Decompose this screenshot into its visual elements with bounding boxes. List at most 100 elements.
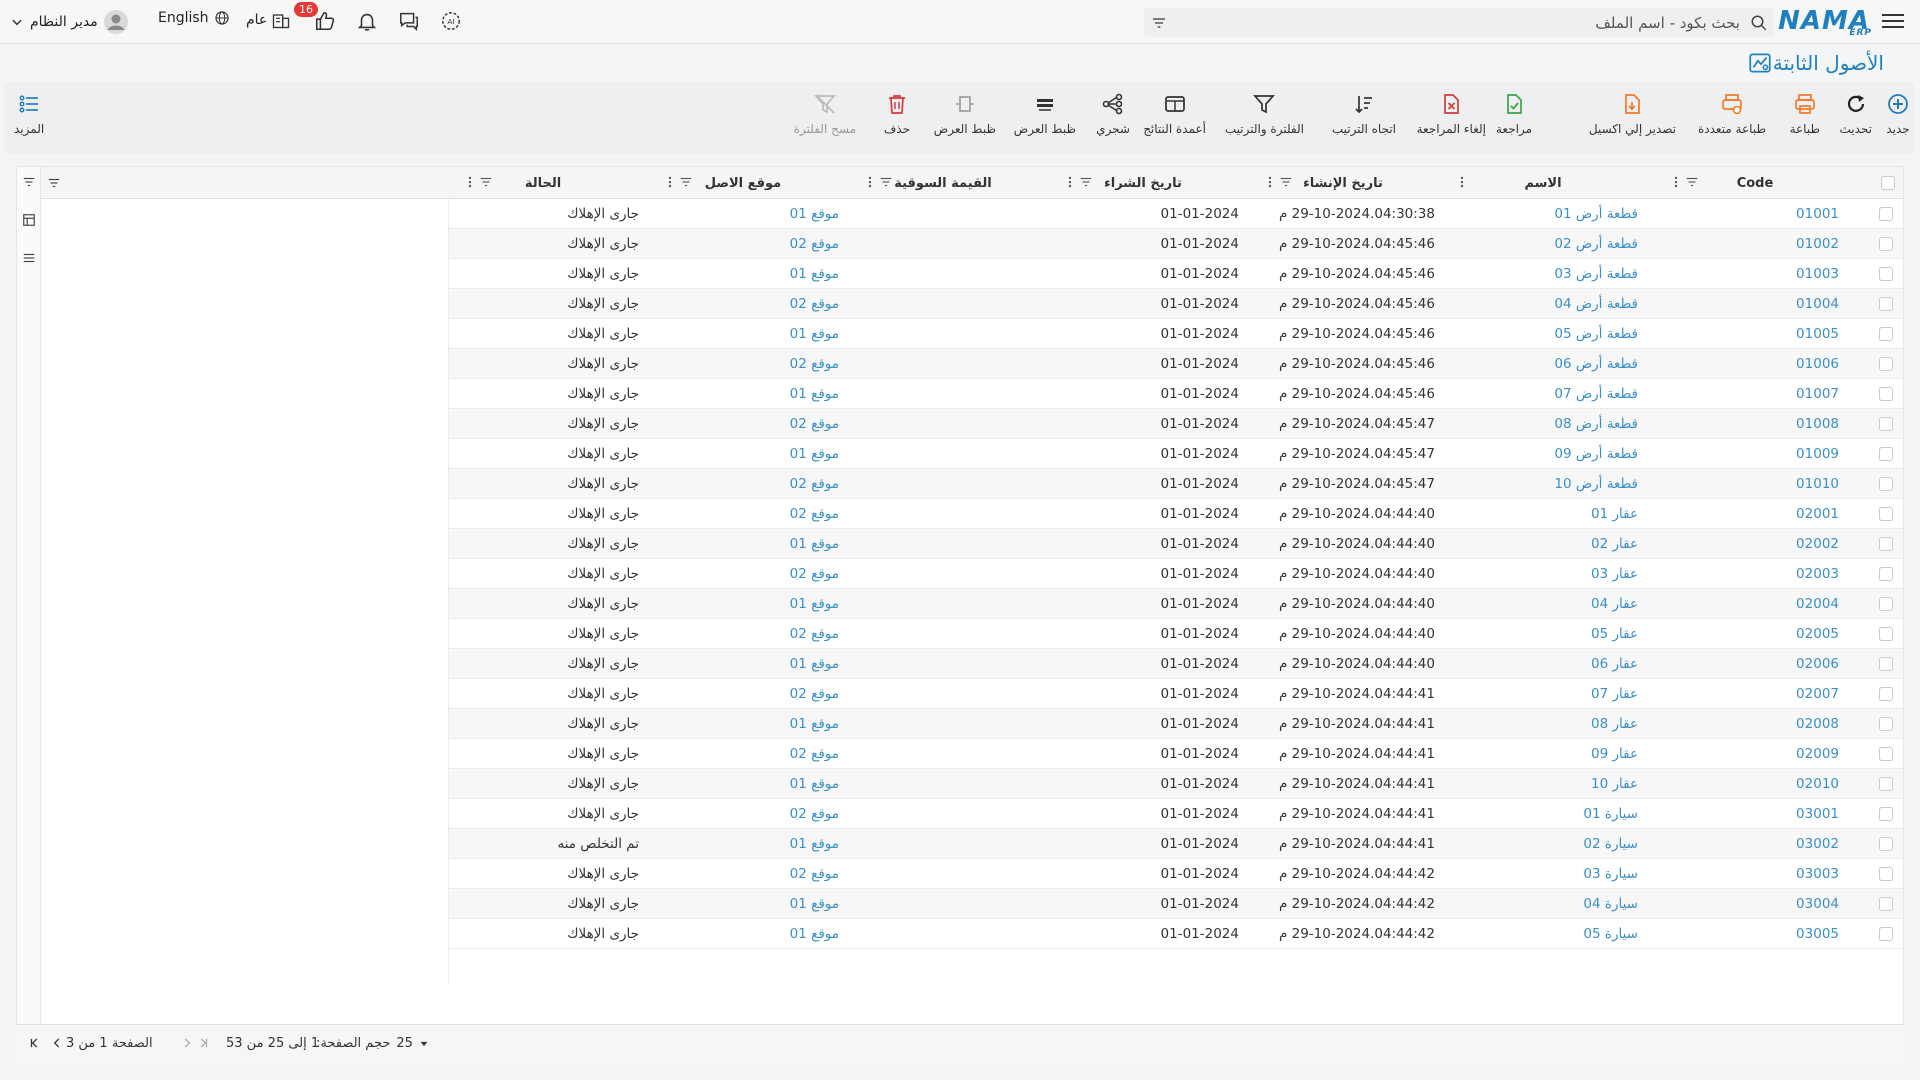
table-row[interactable]: 01007 قطعة أرض 07 29-10-2024.04:45:46 م 01-… — [449, 379, 1903, 409]
cell-location[interactable]: موقع 01 — [790, 199, 839, 229]
prev-page-button[interactable] — [180, 1036, 194, 1050]
cell-code[interactable]: 03001 — [1796, 799, 1839, 829]
column-filter-icon[interactable] — [679, 175, 693, 189]
row-checkbox[interactable] — [1879, 237, 1893, 251]
delete-button[interactable]: حذف — [884, 92, 910, 136]
header-filter-icon[interactable] — [47, 176, 61, 190]
cell-code[interactable]: 02005 — [1796, 619, 1839, 649]
column-menu-icon[interactable] — [667, 175, 673, 189]
cell-code[interactable]: 02001 — [1796, 499, 1839, 529]
cell-name[interactable]: سيارة 01 — [1583, 799, 1638, 829]
cell-name[interactable]: عقار 03 — [1591, 559, 1638, 589]
cell-location[interactable]: موقع 01 — [790, 919, 839, 949]
notifications-button[interactable] — [356, 10, 378, 32]
cell-location[interactable]: موقع 02 — [790, 679, 839, 709]
cell-code[interactable]: 01010 — [1796, 469, 1839, 499]
export-excel-button[interactable]: تصدير إلي اكسيل — [1589, 92, 1676, 136]
table-row[interactable]: 01004 قطعة أرض 04 29-10-2024.04:45:46 م 01-… — [449, 289, 1903, 319]
cell-name[interactable]: قطعة أرض 06 — [1554, 349, 1638, 379]
cell-code[interactable]: 02010 — [1796, 769, 1839, 799]
cell-location[interactable]: موقع 02 — [790, 289, 839, 319]
cell-location[interactable]: موقع 02 — [790, 619, 839, 649]
cell-location[interactable]: موقع 01 — [790, 769, 839, 799]
row-checkbox[interactable] — [1879, 687, 1893, 701]
cell-location[interactable]: موقع 02 — [790, 739, 839, 769]
cell-name[interactable]: قطعة أرض 03 — [1554, 259, 1638, 289]
cell-code[interactable]: 01007 — [1796, 379, 1839, 409]
cell-location[interactable]: موقع 01 — [790, 379, 839, 409]
table-row[interactable]: 02002 عقار 02 29-10-2024.04:44:40 م 01-01-2… — [449, 529, 1903, 559]
row-checkbox[interactable] — [1879, 927, 1893, 941]
search-input[interactable] — [1174, 8, 1744, 37]
table-icon[interactable] — [22, 213, 36, 227]
new-button[interactable]: جديد — [1886, 92, 1910, 136]
row-checkbox[interactable] — [1879, 297, 1893, 311]
cell-location[interactable]: موقع 01 — [790, 829, 839, 859]
table-row[interactable]: 02010 عقار 10 29-10-2024.04:44:41 م 01-01-2… — [449, 769, 1903, 799]
column-menu-icon[interactable] — [1673, 175, 1679, 189]
column-menu-icon[interactable] — [1267, 175, 1273, 189]
column-filter-icon[interactable] — [879, 175, 893, 189]
cell-location[interactable]: موقع 02 — [790, 229, 839, 259]
table-row[interactable]: 01008 قطعة أرض 08 29-10-2024.04:45:47 م 01-… — [449, 409, 1903, 439]
cell-code[interactable]: 02006 — [1796, 649, 1839, 679]
row-checkbox[interactable] — [1879, 507, 1893, 521]
table-row[interactable]: 02008 عقار 08 29-10-2024.04:44:41 م 01-01-2… — [449, 709, 1903, 739]
cell-code[interactable]: 01001 — [1796, 199, 1839, 229]
cell-name[interactable]: عقار 02 — [1591, 529, 1638, 559]
column-menu-icon[interactable] — [867, 175, 873, 189]
list-icon[interactable] — [22, 251, 36, 265]
cell-name[interactable]: سيارة 03 — [1583, 859, 1638, 889]
cell-location[interactable]: موقع 02 — [790, 859, 839, 889]
table-row[interactable]: 01009 قطعة أرض 09 29-10-2024.04:45:47 م 01-… — [449, 439, 1903, 469]
cell-name[interactable]: عقار 01 — [1591, 499, 1638, 529]
cell-location[interactable]: موقع 01 — [790, 589, 839, 619]
column-header-name[interactable]: الاسم — [1443, 167, 1643, 199]
cell-location[interactable]: موقع 01 — [790, 259, 839, 289]
table-row[interactable]: 02001 عقار 01 29-10-2024.04:44:40 م 01-01-2… — [449, 499, 1903, 529]
cell-name[interactable]: عقار 10 — [1591, 769, 1638, 799]
cell-name[interactable]: عقار 08 — [1591, 709, 1638, 739]
cell-location[interactable]: موقع 02 — [790, 559, 839, 589]
cell-code[interactable]: 01005 — [1796, 319, 1839, 349]
row-checkbox[interactable] — [1879, 267, 1893, 281]
cell-code[interactable]: 03003 — [1796, 859, 1839, 889]
more-button[interactable]: المزيد — [14, 92, 44, 136]
column-filter-icon[interactable] — [1079, 175, 1093, 189]
table-row[interactable]: 01010 قطعة أرض 10 29-10-2024.04:45:47 م 01-… — [449, 469, 1903, 499]
review-button[interactable]: مراجعة — [1496, 92, 1532, 136]
cell-code[interactable]: 01002 — [1796, 229, 1839, 259]
cell-code[interactable]: 02003 — [1796, 559, 1839, 589]
table-row[interactable]: 02009 عقار 09 29-10-2024.04:44:41 م 01-01-2… — [449, 739, 1903, 769]
table-row[interactable]: 03003 سيارة 03 29-10-2024.04:44:42 م 01-01-… — [449, 859, 1903, 889]
cell-name[interactable]: قطعة أرض 10 — [1554, 469, 1638, 499]
cell-name[interactable]: عقار 05 — [1591, 619, 1638, 649]
sort-direction-button[interactable]: اتجاه الترتيب — [1332, 92, 1396, 136]
cell-location[interactable]: موقع 01 — [790, 709, 839, 739]
filter-sort-button[interactable]: الفلترة والترتيب — [1225, 92, 1304, 136]
cell-location[interactable]: موقع 02 — [790, 409, 839, 439]
table-row[interactable]: 01005 قطعة أرض 05 29-10-2024.04:45:46 م 01-… — [449, 319, 1903, 349]
cell-location[interactable]: موقع 02 — [790, 499, 839, 529]
row-checkbox[interactable] — [1879, 747, 1893, 761]
page-size-selector[interactable]: حجم الصفحة: 25 — [316, 1036, 429, 1051]
row-checkbox[interactable] — [1879, 837, 1893, 851]
cell-code[interactable]: 01009 — [1796, 439, 1839, 469]
cell-code[interactable]: 02002 — [1796, 529, 1839, 559]
likes-button[interactable]: 16 — [294, 2, 336, 32]
column-menu-icon[interactable] — [467, 175, 473, 189]
cell-location[interactable]: موقع 01 — [790, 319, 839, 349]
row-checkbox[interactable] — [1879, 417, 1893, 431]
cell-code[interactable]: 02007 — [1796, 679, 1839, 709]
cell-code[interactable]: 02009 — [1796, 739, 1839, 769]
print-button[interactable]: طباعة — [1790, 92, 1820, 136]
table-row[interactable]: 03005 سيارة 05 29-10-2024.04:44:42 م 01-01-… — [449, 919, 1903, 949]
cell-name[interactable]: سيارة 04 — [1583, 889, 1638, 919]
table-row[interactable]: 02003 عقار 03 29-10-2024.04:44:40 م 01-01-2… — [449, 559, 1903, 589]
user-menu[interactable]: مدير النظام — [10, 10, 128, 34]
table-row[interactable]: 01003 قطعة أرض 03 29-10-2024.04:45:46 م 01-… — [449, 259, 1903, 289]
cell-name[interactable]: عقار 06 — [1591, 649, 1638, 679]
cell-name[interactable]: قطعة أرض 02 — [1554, 229, 1638, 259]
table-row[interactable]: 03001 سيارة 01 29-10-2024.04:44:41 م 01-01-… — [449, 799, 1903, 829]
cell-code[interactable]: 03002 — [1796, 829, 1839, 859]
